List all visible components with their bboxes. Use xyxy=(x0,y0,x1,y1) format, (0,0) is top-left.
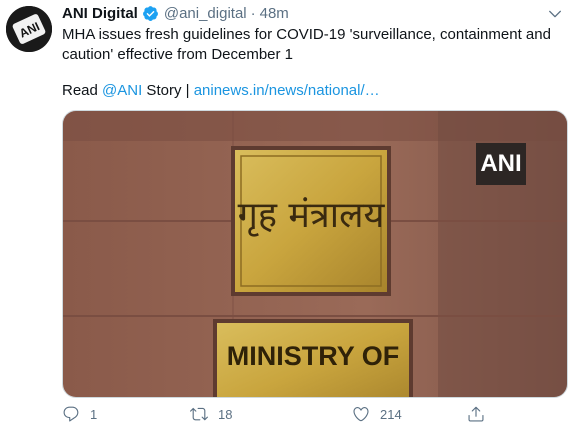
tweet-media[interactable]: ANI गृह मंत्रालय MINISTRY OF xyxy=(62,110,568,398)
separator-dot: · xyxy=(250,4,256,22)
reply-count: 1 xyxy=(90,406,98,422)
mention-link[interactable]: @ANI xyxy=(102,82,142,99)
share-icon xyxy=(468,406,484,422)
author-handle[interactable]: @ani_digital xyxy=(164,5,247,22)
tweet-timestamp[interactable]: 48m xyxy=(260,5,289,22)
like-button[interactable]: 214 xyxy=(352,405,402,423)
retweet-icon xyxy=(190,407,208,421)
reply-button[interactable]: 1 xyxy=(62,405,97,423)
avatar[interactable]: ANI xyxy=(6,6,52,52)
tweet-header: ANI Digital @ani_digital · 48m xyxy=(62,4,289,22)
like-icon xyxy=(353,407,369,422)
hindi-sign-text: गृह मंत्रालय xyxy=(237,195,385,236)
verified-badge-icon xyxy=(142,5,158,21)
read-middle: Story | xyxy=(142,82,194,99)
like-count: 214 xyxy=(380,406,402,422)
tweet-text: MHA issues fresh guidelines for COVID-19… xyxy=(62,26,551,63)
article-link[interactable]: aninews.in/news/national/… xyxy=(194,82,380,99)
ani-watermark: ANI xyxy=(480,150,522,177)
share-button[interactable] xyxy=(467,405,485,423)
tweet-read-line: Read @ANI Story | aninews.in/news/nation… xyxy=(62,81,380,101)
reply-icon xyxy=(63,406,79,422)
author-name[interactable]: ANI Digital xyxy=(62,5,138,22)
english-sign-text: MINISTRY OF xyxy=(226,341,400,371)
ani-logo-icon: ANI xyxy=(6,6,52,52)
tweet-actions: 1 18 214 xyxy=(62,405,542,429)
retweet-count: 18 xyxy=(218,406,233,422)
read-prefix: Read xyxy=(62,82,103,99)
retweet-button[interactable]: 18 xyxy=(190,405,232,423)
chevron-down-icon[interactable] xyxy=(547,6,563,22)
